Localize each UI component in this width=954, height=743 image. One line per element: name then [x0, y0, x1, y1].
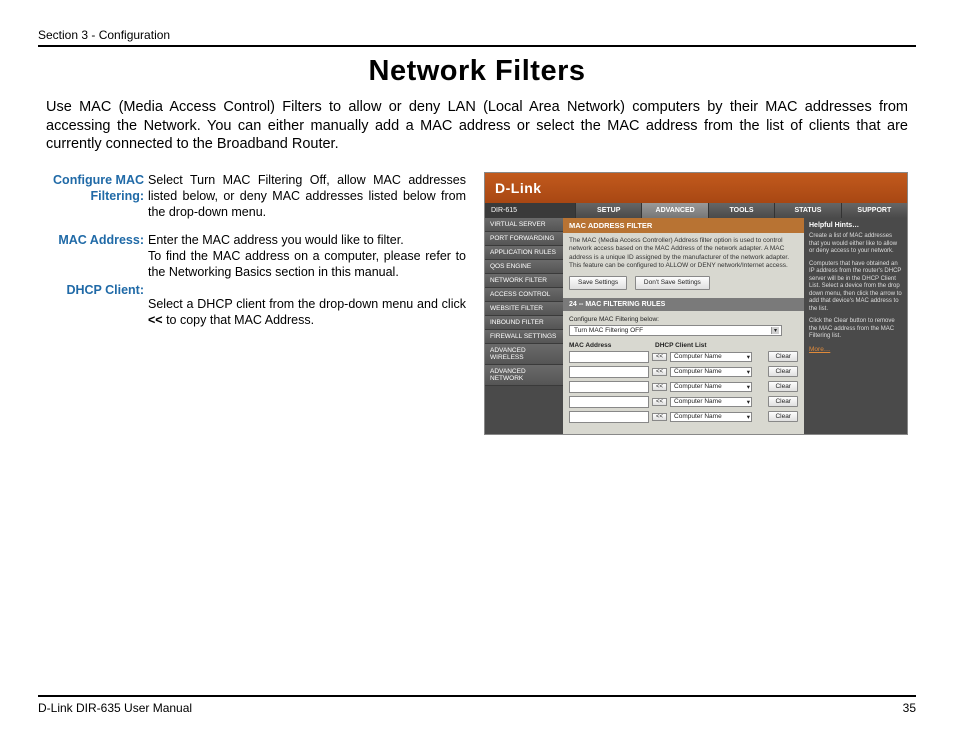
- clear-button[interactable]: Clear: [768, 381, 798, 392]
- clear-button[interactable]: Clear: [768, 411, 798, 422]
- sidenav-item[interactable]: NETWORK FILTER: [485, 274, 563, 288]
- sidenav-item[interactable]: INBOUND FILTER: [485, 316, 563, 330]
- sidenav-item[interactable]: WEBSITE FILTER: [485, 302, 563, 316]
- sidenav-item[interactable]: FIREWALL SETTINGS: [485, 330, 563, 344]
- rule-row: <<Computer Name▾ Clear: [569, 411, 798, 423]
- chevron-down-icon: ▾: [747, 368, 750, 376]
- def-label-configure: Configure MAC Filtering:: [46, 172, 148, 220]
- screenshot-column: D-Link DIR-615 SETUPADVANCEDTOOLSSTATUSS…: [484, 172, 908, 435]
- main-panel: MAC ADDRESS FILTER The MAC (Media Access…: [563, 218, 804, 434]
- col-header-dhcp: DHCP Client List: [655, 342, 798, 349]
- footer-page-number: 35: [903, 701, 916, 715]
- definitions-column: Configure MAC Filtering: Select Turn MAC…: [46, 172, 466, 435]
- configure-label: Configure MAC Filtering below:: [569, 316, 798, 323]
- panel-description: The MAC (Media Access Controller) Addres…: [563, 233, 804, 296]
- copy-mac-button[interactable]: <<: [652, 353, 667, 361]
- mac-input[interactable]: [569, 411, 649, 423]
- mac-input[interactable]: [569, 381, 649, 393]
- rule-row: <<Computer Name▾ Clear: [569, 381, 798, 393]
- clear-button[interactable]: Clear: [768, 351, 798, 362]
- mac-input[interactable]: [569, 396, 649, 408]
- rule-row: <<Computer Name▾ Clear: [569, 366, 798, 378]
- col-header-mac: MAC Address: [569, 342, 655, 349]
- brand-logo: D-Link: [485, 173, 907, 203]
- dhcp-client-select[interactable]: Computer Name▾: [670, 352, 752, 362]
- router-ui: D-Link DIR-615 SETUPADVANCEDTOOLSSTATUSS…: [484, 172, 908, 435]
- side-nav: VIRTUAL SERVERPORT FORWARDINGAPPLICATION…: [485, 218, 563, 434]
- tab-setup[interactable]: SETUP: [575, 203, 641, 218]
- def-text-mac: Enter the MAC address you would like to …: [148, 232, 466, 280]
- tab-status[interactable]: STATUS: [774, 203, 840, 218]
- rule-row: <<Computer Name▾ Clear: [569, 351, 798, 363]
- footer-manual-name: D-Link DIR-635 User Manual: [38, 701, 192, 715]
- sidenav-item[interactable]: APPLICATION RULES: [485, 246, 563, 260]
- copy-mac-button[interactable]: <<: [652, 368, 667, 376]
- chevron-down-icon: ▾: [747, 398, 750, 406]
- model-label: DIR-615: [485, 203, 575, 218]
- dhcp-client-select[interactable]: Computer Name▾: [670, 367, 752, 377]
- def-text-configure: Select Turn MAC Filtering Off, allow MAC…: [148, 172, 466, 220]
- tab-advanced[interactable]: ADVANCED: [641, 203, 707, 218]
- def-text-dhcp: Select a DHCP client from the drop-down …: [148, 282, 466, 328]
- dont-save-button[interactable]: Don't Save Settings: [635, 276, 710, 289]
- def-label-dhcp: DHCP Client:: [46, 282, 148, 328]
- chevron-down-icon: ▾: [747, 383, 750, 391]
- dhcp-client-select[interactable]: Computer Name▾: [670, 412, 752, 422]
- section-header: Section 3 - Configuration: [38, 28, 916, 47]
- copy-mac-button[interactable]: <<: [652, 413, 667, 421]
- chevron-down-icon: ▾: [771, 327, 779, 334]
- tab-tools[interactable]: TOOLS: [708, 203, 774, 218]
- mac-input[interactable]: [569, 366, 649, 378]
- sidenav-item[interactable]: PORT FORWARDING: [485, 232, 563, 246]
- page-footer: D-Link DIR-635 User Manual 35: [38, 695, 916, 715]
- page-title: Network Filters: [38, 55, 916, 88]
- dhcp-client-select[interactable]: Computer Name▾: [670, 397, 752, 407]
- clear-button[interactable]: Clear: [768, 396, 798, 407]
- sidenav-item[interactable]: VIRTUAL SERVER: [485, 218, 563, 232]
- more-link[interactable]: More…: [809, 346, 902, 354]
- mac-filtering-select[interactable]: Turn MAC Filtering OFF ▾: [569, 325, 782, 336]
- tab-support[interactable]: SUPPORT: [841, 203, 907, 218]
- sidenav-item[interactable]: ACCESS CONTROL: [485, 288, 563, 302]
- intro-paragraph: Use MAC (Media Access Control) Filters t…: [46, 98, 908, 154]
- chevron-down-icon: ▾: [747, 413, 750, 421]
- panel-title: MAC ADDRESS FILTER: [563, 218, 804, 233]
- save-button[interactable]: Save Settings: [569, 276, 627, 289]
- hints-panel: Helpful Hints… Create a list of MAC addr…: [804, 218, 907, 434]
- sidenav-item[interactable]: ADVANCED WIRELESS: [485, 344, 563, 365]
- rule-row: <<Computer Name▾ Clear: [569, 396, 798, 408]
- hints-title: Helpful Hints…: [809, 222, 902, 231]
- mac-input[interactable]: [569, 351, 649, 363]
- copy-mac-button[interactable]: <<: [652, 398, 667, 406]
- sidenav-item[interactable]: ADVANCED NETWORK: [485, 365, 563, 386]
- copy-mac-button[interactable]: <<: [652, 383, 667, 391]
- def-label-mac: MAC Address:: [46, 232, 148, 280]
- clear-button[interactable]: Clear: [768, 366, 798, 377]
- rules-title: 24 -- MAC FILTERING RULES: [563, 298, 804, 311]
- sidenav-item[interactable]: QOS ENGINE: [485, 260, 563, 274]
- chevron-down-icon: ▾: [747, 353, 750, 361]
- dhcp-client-select[interactable]: Computer Name▾: [670, 382, 752, 392]
